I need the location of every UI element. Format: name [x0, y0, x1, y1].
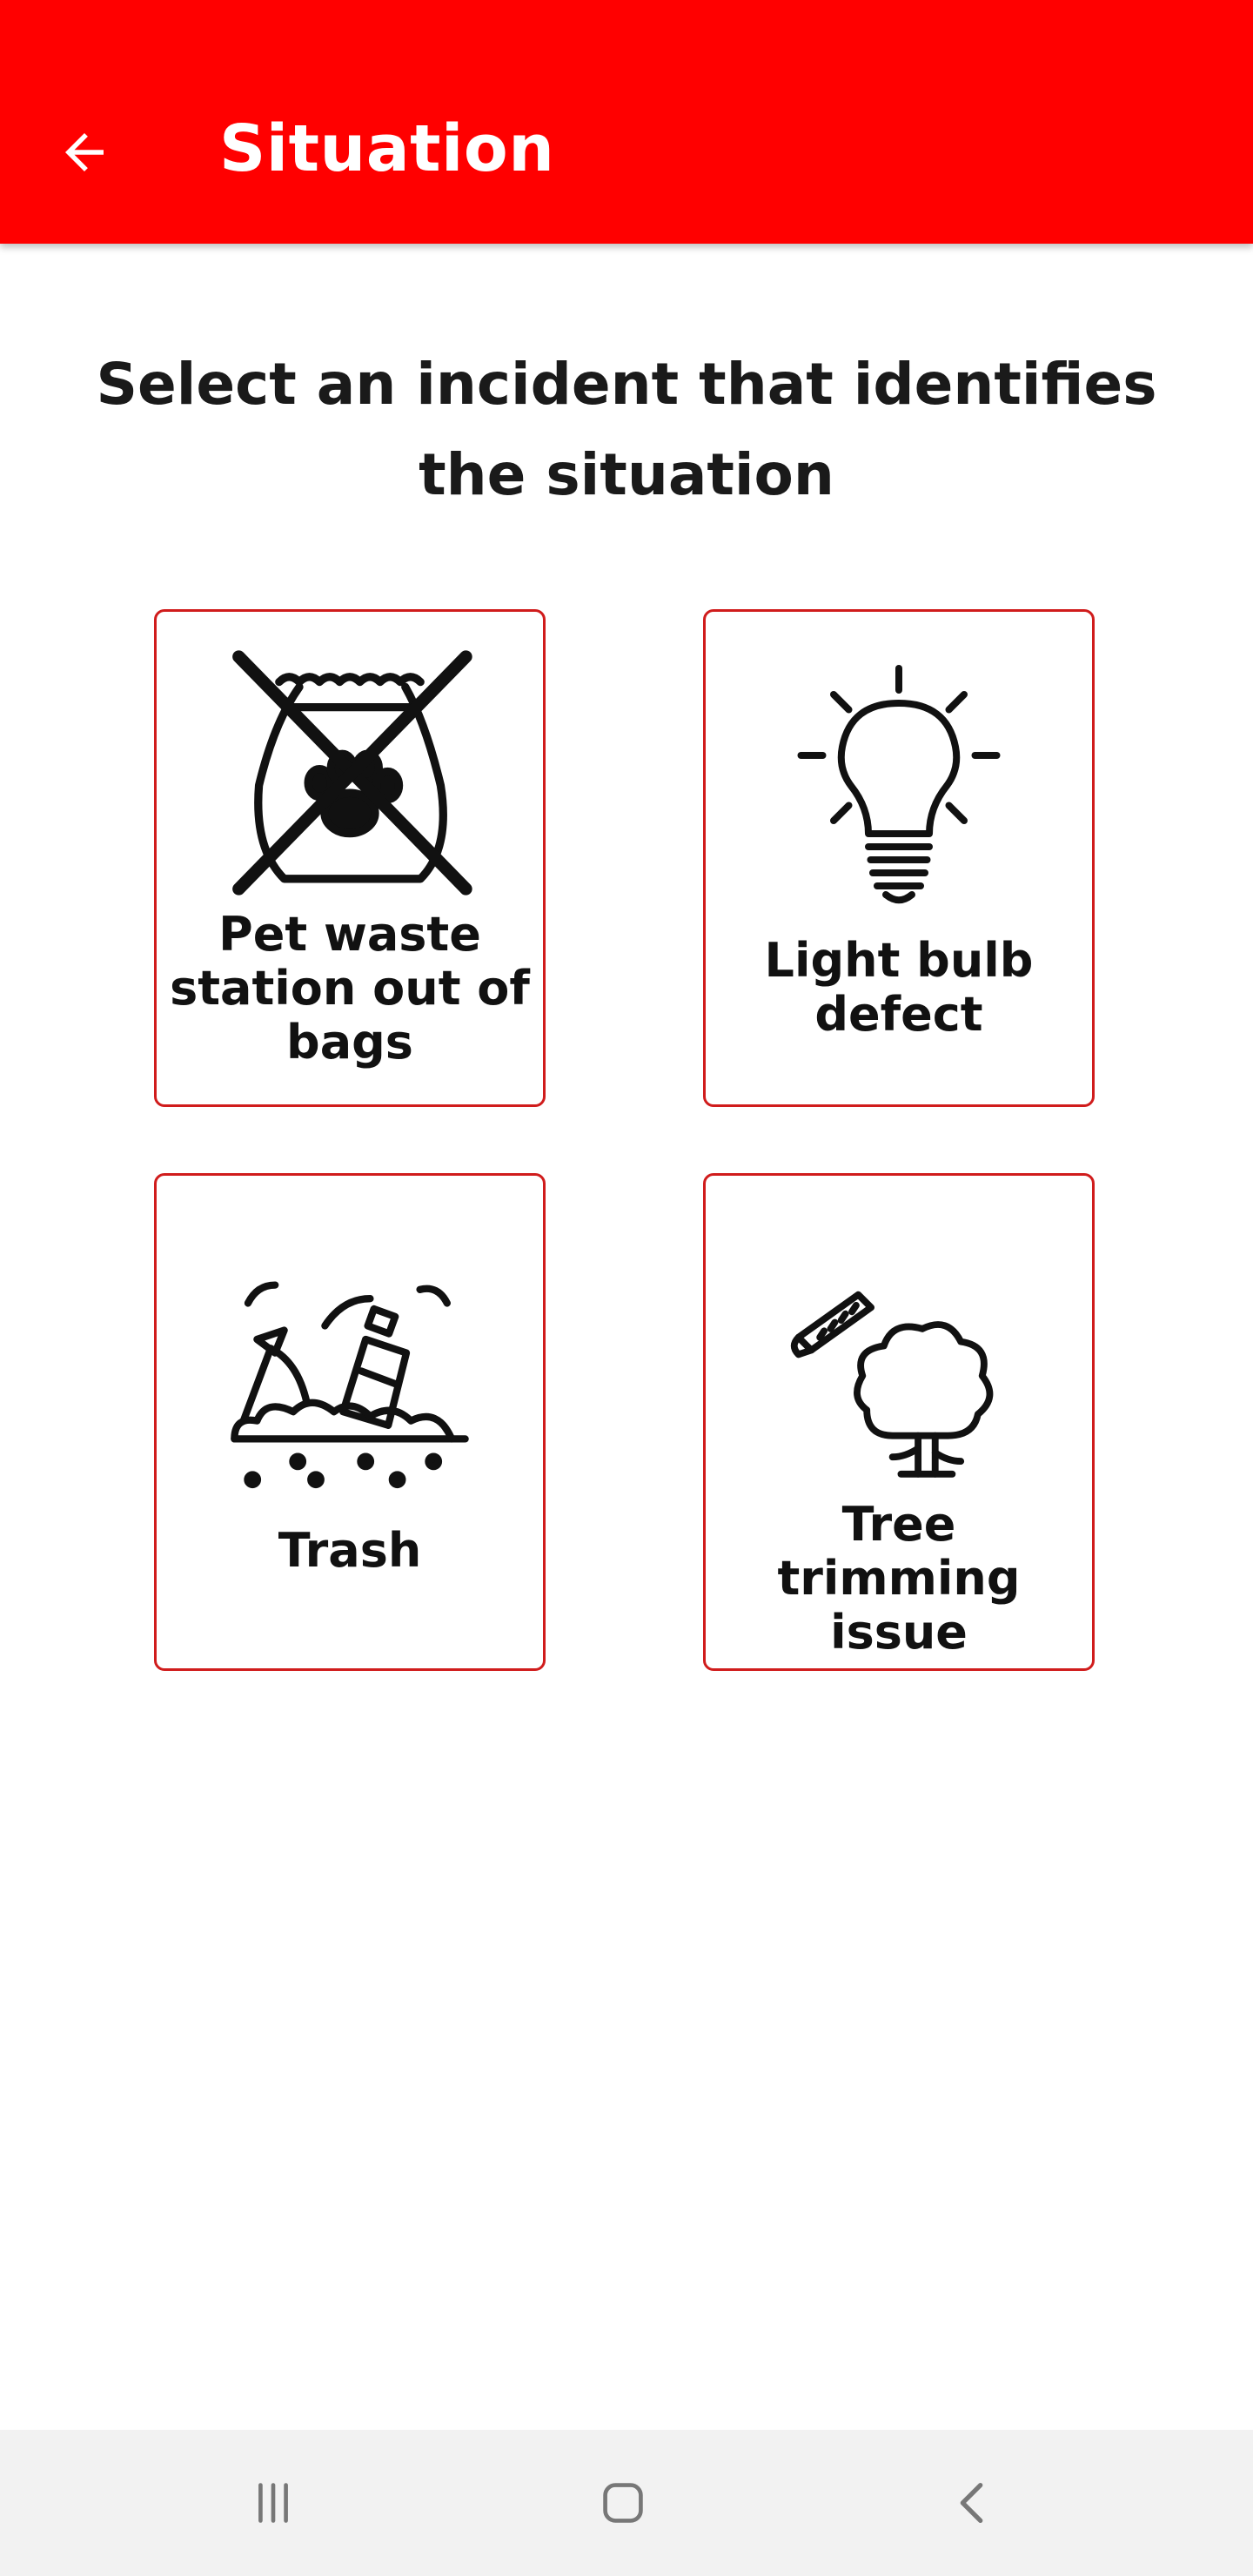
arrow-left-icon: [65, 133, 104, 171]
instruction-text: Select an incident that identifies the s…: [96, 351, 1157, 508]
tree-saw-icon: [790, 1291, 994, 1478]
light-bulb-icon: [797, 665, 1001, 904]
incident-tile-pet-waste[interactable]: Pet waste station out of bags: [154, 609, 546, 1107]
pet-waste-bag-crossed-icon: [232, 650, 472, 896]
incident-label: Trash: [278, 1523, 422, 1578]
app-bar: Situation: [0, 0, 1253, 244]
system-back-button[interactable]: [929, 2459, 1016, 2546]
recent-apps-icon: [258, 2483, 288, 2523]
system-navigation-bar: [0, 2430, 1253, 2576]
incident-tile-light-bulb[interactable]: Light bulb defect: [703, 609, 1095, 1107]
incident-label: Light bulb defect: [764, 933, 1034, 1042]
back-chevron-icon: [960, 2482, 983, 2524]
page-title: Situation: [219, 111, 555, 186]
incident-tile-tree-trimming[interactable]: Tree trimming issue: [703, 1173, 1095, 1671]
home-button[interactable]: [580, 2459, 667, 2546]
incident-tile-trash[interactable]: Trash: [154, 1173, 546, 1671]
trash-pile-icon: [231, 1281, 469, 1489]
home-icon: [603, 2483, 643, 2523]
situation-screen: Situation Select an incident that identi…: [0, 0, 1253, 2576]
incident-label: Tree trimming issue: [777, 1497, 1021, 1660]
incident-label: Pet waste station out of bags: [170, 907, 530, 1070]
back-button[interactable]: [45, 113, 124, 191]
recent-apps-button[interactable]: [230, 2459, 317, 2546]
